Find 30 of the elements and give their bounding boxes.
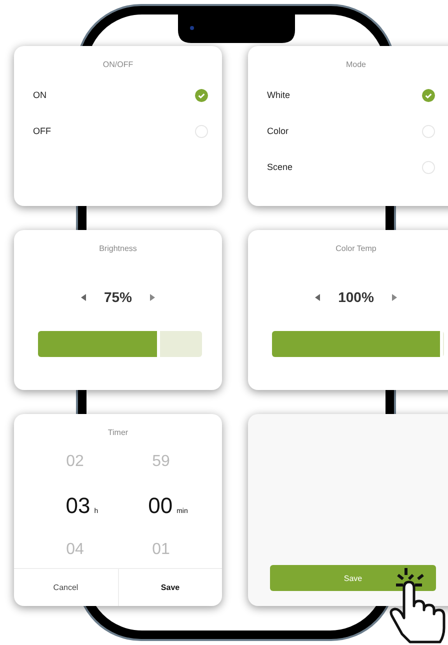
card-title: Brightness <box>99 244 137 253</box>
left-arrow-icon[interactable] <box>80 294 86 300</box>
check-icon[interactable] <box>422 88 435 102</box>
check-icon[interactable] <box>195 88 208 102</box>
wheel-number: 59 <box>152 453 170 471</box>
value-text: 75% <box>104 289 132 305</box>
option-label[interactable]: Color <box>267 126 289 136</box>
radio-button[interactable] <box>195 124 208 138</box>
wheel-number: 02 <box>66 453 84 471</box>
option-label[interactable]: ON <box>33 90 46 100</box>
card-title: Timer <box>108 428 128 437</box>
right-arrow-icon[interactable] <box>392 294 397 300</box>
cancel-button[interactable]: Cancel <box>14 569 118 606</box>
card-title: ON/OFF <box>102 60 134 69</box>
option-label[interactable]: White <box>267 90 290 100</box>
selected-number: 03 <box>66 493 90 519</box>
left-arrow-icon[interactable] <box>315 294 320 300</box>
card-title: Color Temp <box>336 244 376 253</box>
card-title: Mode <box>346 60 366 69</box>
option-label[interactable]: OFF <box>33 126 51 136</box>
slider-track[interactable] <box>38 331 202 357</box>
save-button[interactable]: Save <box>118 569 222 606</box>
radio-button[interactable] <box>422 124 435 138</box>
right-arrow-icon[interactable] <box>150 294 156 300</box>
radio-button[interactable] <box>422 160 435 174</box>
option-label[interactable]: Scene <box>267 162 293 172</box>
wheel-number: 04 <box>66 541 84 559</box>
wheel-number: 01 <box>152 541 170 559</box>
value-text: 100% <box>338 289 374 305</box>
selected-number: 00 <box>148 493 173 519</box>
